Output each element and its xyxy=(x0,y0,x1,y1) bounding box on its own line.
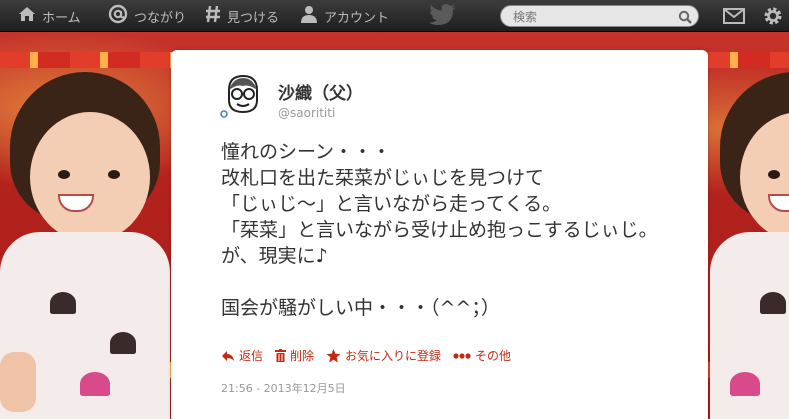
tweet-card: 沙織（父） @saorititi 憧れのシーン・・・ 改札口を出た栞菜がじぃじを… xyxy=(171,50,708,419)
search-icon[interactable] xyxy=(678,9,692,28)
gear-icon[interactable] xyxy=(763,6,783,30)
nav-home[interactable]: ホーム xyxy=(18,0,81,32)
nav-account-label: アカウント xyxy=(324,10,390,26)
nav-discover[interactable]: 見つける xyxy=(205,0,279,32)
child-photo-right xyxy=(710,72,789,419)
more-dots-icon xyxy=(453,352,471,359)
more-button[interactable]: その他 xyxy=(453,347,511,364)
search-box[interactable] xyxy=(500,5,699,27)
trash-icon xyxy=(275,349,287,362)
nav-connect[interactable]: つながり xyxy=(108,0,186,32)
delete-button[interactable]: 削除 xyxy=(275,347,314,364)
at-icon xyxy=(108,4,128,28)
twitter-bird-icon[interactable] xyxy=(429,4,457,30)
nav-discover-label: 見つける xyxy=(227,10,280,26)
user-handle[interactable]: @saorititi xyxy=(278,106,335,120)
nav-account[interactable]: アカウント xyxy=(300,0,389,32)
more-label: その他 xyxy=(475,349,512,363)
hash-icon xyxy=(205,5,221,27)
child-photo-left xyxy=(0,72,170,419)
nav-home-label: ホーム xyxy=(42,10,81,26)
reply-label: 返信 xyxy=(239,349,264,363)
mail-icon[interactable] xyxy=(723,8,745,28)
avatar[interactable] xyxy=(219,70,267,118)
favorite-label: お気に入りに登録 xyxy=(345,349,442,363)
top-nav-bar: ホーム つながり 見つける アカウント xyxy=(0,0,789,32)
delete-label: 削除 xyxy=(290,349,315,363)
reply-icon xyxy=(222,350,234,361)
tweet-timestamp[interactable]: 21:56 - 2013年12月5日 xyxy=(221,380,346,396)
display-name[interactable]: 沙織（父） xyxy=(278,79,363,104)
search-input[interactable] xyxy=(511,8,675,26)
person-icon xyxy=(300,5,318,27)
nav-connect-label: つながり xyxy=(134,10,187,26)
tweet-text: 憧れのシーン・・・ 改札口を出た栞菜がじぃじを見つけて 「じぃじ～」と言いながら… xyxy=(221,141,658,319)
star-icon xyxy=(326,348,341,362)
favorite-button[interactable]: お気に入りに登録 xyxy=(326,347,441,364)
home-icon xyxy=(18,6,36,26)
tweet-actions: 返信 削除 お気に入りに登録 その他 xyxy=(221,347,523,364)
reply-button[interactable]: 返信 xyxy=(221,347,263,364)
